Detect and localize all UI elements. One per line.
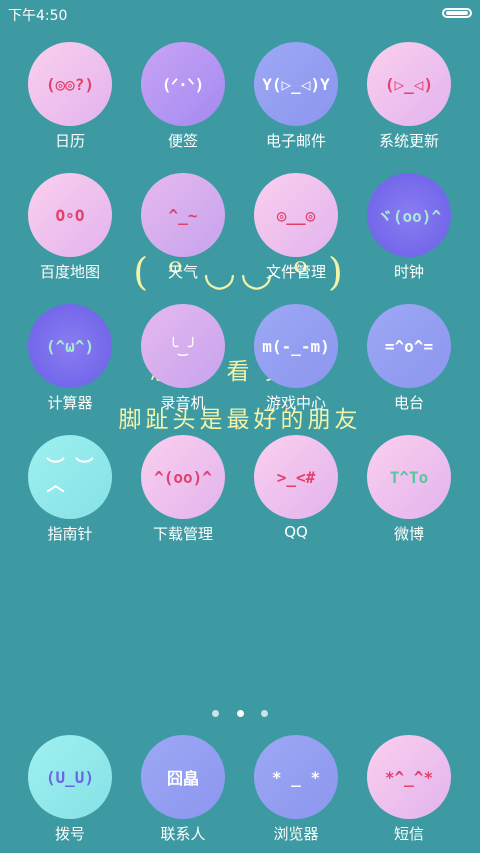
app-file-manager[interactable]: ◎__◎ 文件管理 xyxy=(241,173,351,283)
calculator-icon[interactable]: (^ω^) xyxy=(28,304,112,388)
app-label: 系统更新 xyxy=(378,132,439,150)
dock-contacts[interactable]: 囧皛 联系人 xyxy=(128,735,238,845)
page-indicator[interactable] xyxy=(0,702,480,717)
app-compass[interactable]: ︶ ︶ ︿ 指南针 xyxy=(15,435,125,545)
page-dot[interactable] xyxy=(212,710,220,717)
dock-messages[interactable]: *^_^* 短信 xyxy=(354,735,464,845)
app-label: 短信 xyxy=(393,825,424,843)
phone-icon[interactable]: (U_U) xyxy=(28,735,112,819)
app-label: 下载管理 xyxy=(152,525,213,543)
app-label: 录音机 xyxy=(160,394,206,412)
map-icon[interactable]: O∘O xyxy=(28,173,112,257)
app-notes[interactable]: (ᐟ·ᐠ) 便签 xyxy=(128,42,238,152)
dock-phone[interactable]: (U_U) 拨号 xyxy=(15,735,125,845)
app-qq[interactable]: >_<# QQ xyxy=(241,435,351,545)
app-label: 电台 xyxy=(393,394,424,412)
app-label: 天气 xyxy=(167,263,198,281)
radio-icon[interactable]: =^o^= xyxy=(367,304,451,388)
app-calculator[interactable]: (^ω^) 计算器 xyxy=(15,304,125,414)
app-recorder[interactable]: ╰‿╯ 录音机 xyxy=(128,304,238,414)
app-label: 微博 xyxy=(393,525,424,543)
app-calendar[interactable]: (◎◎?) 日历 xyxy=(15,42,125,152)
weather-icon[interactable]: ^_~ xyxy=(141,173,225,257)
app-label: 日历 xyxy=(54,132,85,150)
weibo-icon[interactable]: T^To xyxy=(367,435,451,519)
app-game-center[interactable]: m(-_-m) 游戏中心 xyxy=(241,304,351,414)
messages-icon[interactable]: *^_^* xyxy=(367,735,451,819)
app-label: 联系人 xyxy=(160,825,206,843)
app-weather[interactable]: ^_~ 天气 xyxy=(128,173,238,283)
app-baidu-map[interactable]: O∘O 百度地图 xyxy=(15,173,125,283)
app-label: 指南针 xyxy=(47,525,93,543)
app-label: 浏览器 xyxy=(273,825,319,843)
qq-icon[interactable]: >_<# xyxy=(254,435,338,519)
app-label: 百度地图 xyxy=(39,263,100,281)
clock-icon[interactable]: ヾ(oo)^ xyxy=(367,173,451,257)
app-clock[interactable]: ヾ(oo)^ 时钟 xyxy=(354,173,464,283)
notes-icon[interactable]: (ᐟ·ᐠ) xyxy=(141,42,225,126)
contacts-icon[interactable]: 囧皛 xyxy=(141,735,225,819)
status-time: 下午4:50 xyxy=(8,8,68,24)
app-label: 计算器 xyxy=(47,394,93,412)
battery-level xyxy=(446,11,468,15)
app-system-update[interactable]: (▷_◁) 系统更新 xyxy=(354,42,464,152)
app-download-manager[interactable]: ^(oo)^ 下载管理 xyxy=(128,435,238,545)
download-manager-icon[interactable]: ^(oo)^ xyxy=(141,435,225,519)
battery-icon xyxy=(442,8,472,18)
email-icon[interactable]: Y(▷_◁)Y xyxy=(254,42,338,126)
file-manager-icon[interactable]: ◎__◎ xyxy=(254,173,338,257)
game-center-icon[interactable]: m(-_-m) xyxy=(254,304,338,388)
app-label: 便签 xyxy=(167,132,198,150)
calendar-icon[interactable]: (◎◎?) xyxy=(28,42,112,126)
app-radio[interactable]: =^o^= 电台 xyxy=(354,304,464,414)
dock-browser[interactable]: * _ * 浏览器 xyxy=(241,735,351,845)
status-bar: 下午4:50 xyxy=(0,0,480,26)
page-dot-active[interactable] xyxy=(236,710,244,717)
app-email[interactable]: Y(▷_◁)Y 电子邮件 xyxy=(241,42,351,152)
app-weibo[interactable]: T^To 微博 xyxy=(354,435,464,545)
app-label: 文件管理 xyxy=(265,263,326,281)
app-label: 时钟 xyxy=(393,263,424,281)
system-update-icon[interactable]: (▷_◁) xyxy=(367,42,451,126)
app-label: 电子邮件 xyxy=(265,132,326,150)
recorder-icon[interactable]: ╰‿╯ xyxy=(141,304,225,388)
app-label: 拨号 xyxy=(54,825,85,843)
app-label: 游戏中心 xyxy=(265,394,326,412)
browser-icon[interactable]: * _ * xyxy=(254,735,338,819)
app-label: QQ xyxy=(284,523,308,541)
compass-icon[interactable]: ︶ ︶ ︿ xyxy=(28,435,112,519)
page-dot[interactable] xyxy=(260,710,268,717)
